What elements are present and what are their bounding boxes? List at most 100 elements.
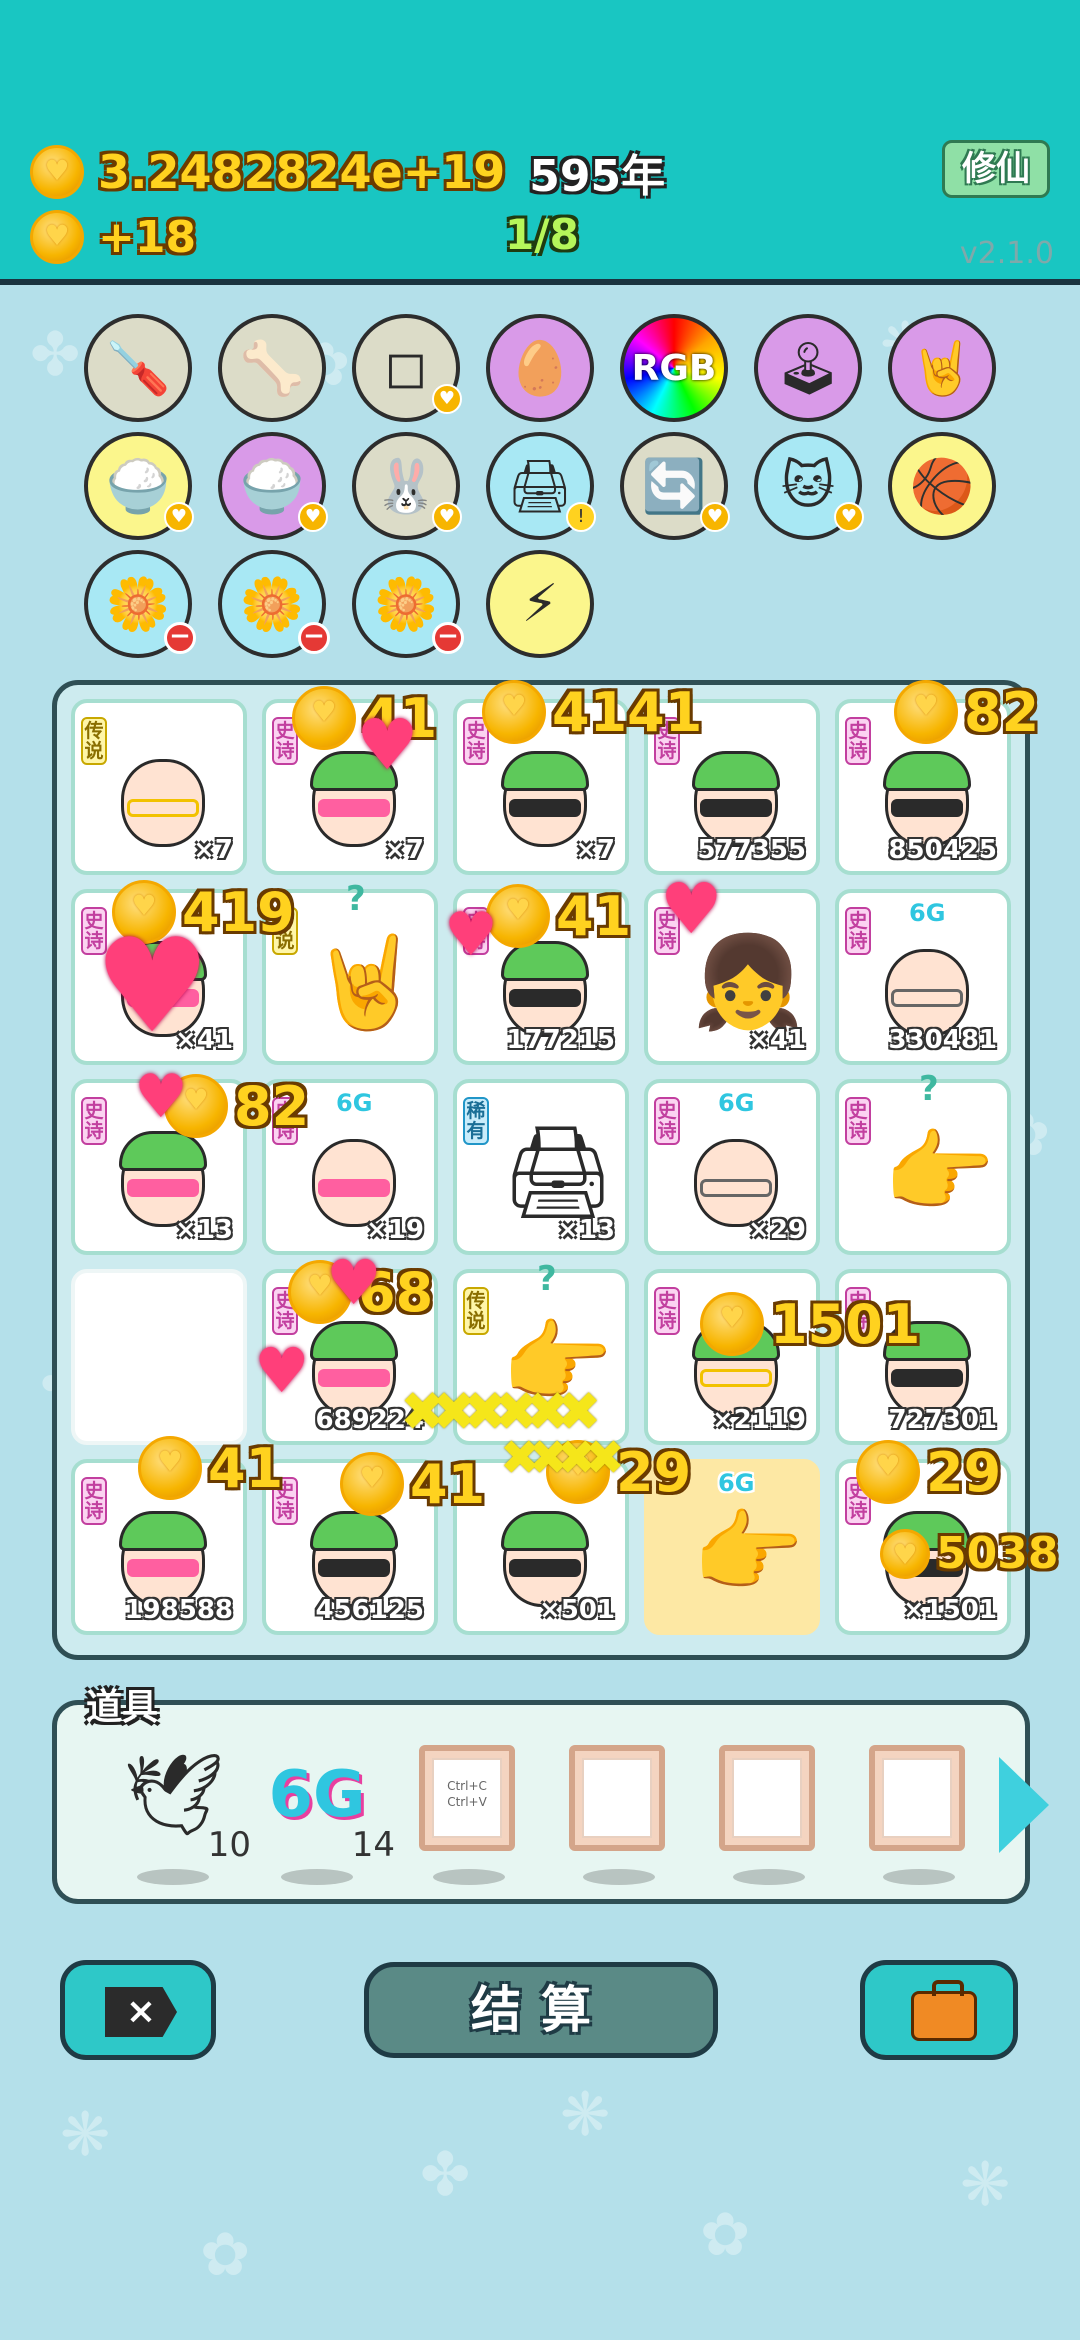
board-cell[interactable]: 史诗 👉?	[835, 1069, 1011, 1255]
character-face	[113, 1497, 213, 1607]
minus-badge-icon: −	[164, 622, 196, 654]
rarity-tag: 史诗	[81, 1097, 107, 1145]
flower-pot-icon[interactable]: 🌼 −	[352, 550, 464, 658]
empty-frame-prop[interactable]	[569, 1745, 669, 1885]
cell-count: ×19	[366, 1215, 424, 1245]
lightning-icon[interactable]: ⚡	[486, 550, 594, 658]
cell-count: ×7	[575, 835, 615, 865]
xiuxian-button[interactable]: 修仙	[942, 140, 1050, 198]
screwdriver-icon[interactable]: 🪛	[84, 314, 192, 422]
empty-frame-prop[interactable]	[869, 1745, 969, 1885]
rgb-label: RGB	[631, 347, 717, 389]
rock-hand-icon[interactable]: 🤘	[888, 314, 996, 422]
6g-prop[interactable]: 6G 14	[267, 1745, 395, 1885]
rarity-tag: 史诗	[81, 1477, 107, 1525]
prop-shadow	[137, 1869, 209, 1885]
props-panel: 🕊 10 6G 14 Ctrl+C Ctrl+V	[52, 1700, 1049, 1904]
prop-shadow	[883, 1869, 955, 1885]
cell-count: 727301	[888, 1405, 997, 1435]
cell-count: ×13	[557, 1215, 615, 1245]
6g-badge: 6G	[336, 1089, 373, 1117]
cat-icon[interactable]: 🐱 ♥	[754, 432, 864, 540]
character-face	[686, 737, 786, 847]
character-face	[304, 1117, 404, 1227]
board-cell[interactable]: 稀有 🖨 ×13	[453, 1079, 629, 1255]
arcade-icon[interactable]: 🕹	[754, 314, 862, 422]
character-face	[877, 927, 977, 1037]
props-label: 道具	[86, 1687, 159, 1728]
flower-pot-icon[interactable]: 🌼 −	[218, 550, 330, 658]
board-cell[interactable]: 传说 ×7	[71, 699, 247, 875]
sugar-cubes-icon[interactable]: ◻ ♥	[352, 314, 462, 422]
heart-coin-icon	[30, 145, 84, 199]
prop-count: 10	[207, 1825, 251, 1865]
question-mark-icon: ?	[346, 879, 366, 919]
briefcase-button[interactable]	[860, 1960, 1018, 2060]
prop-frame: Ctrl+C Ctrl+V	[419, 1745, 515, 1851]
heart-coin-icon	[880, 1528, 930, 1579]
character-face	[495, 737, 595, 847]
warning-badge-icon: !	[566, 502, 596, 532]
cell-count: ×7	[384, 835, 424, 865]
close-button[interactable]: ×	[60, 1960, 216, 2060]
6g-badge: 6G	[718, 1089, 755, 1117]
6g-badge: 6G	[718, 1469, 755, 1497]
ctrl-c-v-prop[interactable]: Ctrl+C Ctrl+V	[419, 1745, 519, 1885]
heart-badge-icon: ♥	[432, 502, 462, 532]
refresh-icon[interactable]: 🔄 ♥	[620, 432, 730, 540]
prop-shadow	[733, 1869, 805, 1885]
heart-effect-icon: ♥	[444, 900, 498, 970]
cell-count: ×501	[538, 1595, 615, 1625]
game-board: 传说 ×7 史诗 ×7 史诗 ×7 史诗 577355 史诗 850425 史诗 ×41 传说 🤘? 史诗 1…	[52, 680, 1030, 1660]
hand-gesture-icon: 🤘	[310, 930, 423, 1035]
gain-popup: 41	[340, 1452, 485, 1516]
heart-coin-icon	[292, 686, 356, 750]
rgb-icon[interactable]: RGB	[620, 314, 728, 422]
prop-frame	[869, 1745, 965, 1851]
cell-count: 850425	[888, 835, 997, 865]
empty-frame-prop[interactable]	[719, 1745, 819, 1885]
printer-icon[interactable]: 🖨!	[486, 432, 596, 540]
heart-coin-icon	[138, 1436, 202, 1500]
board-cell[interactable]: 史诗 ×29 6G	[644, 1079, 820, 1255]
prop-count: 14	[351, 1825, 395, 1865]
heart-coin-icon	[340, 1452, 404, 1516]
settle-button[interactable]: 结算	[364, 1962, 718, 2058]
board-cell[interactable]	[71, 1269, 247, 1445]
rarity-tag: 史诗	[654, 1287, 680, 1335]
rice-bowl-icon[interactable]: 🍚 ♥	[84, 432, 194, 540]
heart-coin-icon	[856, 1440, 920, 1504]
round-progress: 1/8	[505, 210, 579, 259]
rarity-tag: 史诗	[845, 907, 871, 955]
basketballs-icon[interactable]: 🏀	[888, 432, 996, 540]
gain-popup: 4141	[482, 680, 702, 744]
income-row: +18	[30, 210, 196, 264]
rice-bowl-icon[interactable]: 🍚 ♥	[218, 432, 328, 540]
heart-badge-icon: ♥	[164, 502, 194, 532]
board-cell[interactable]: 史诗 330481 6G	[835, 889, 1011, 1065]
cell-count: 198588	[124, 1595, 233, 1625]
heart-coin-icon	[482, 680, 546, 744]
income-rate: +18	[98, 211, 197, 263]
cell-count: 456125	[315, 1595, 424, 1625]
prop-frame	[569, 1745, 665, 1851]
heart-badge-icon: ♥	[432, 384, 462, 414]
currency-total: 3.2482824e+19	[98, 145, 506, 199]
egg-icon[interactable]: 🥚	[486, 314, 594, 422]
rarity-tag: 传说	[81, 717, 107, 765]
rarity-tag: 传说	[463, 1287, 489, 1335]
gain-popup: 41	[138, 1436, 283, 1500]
gain-popup: 5038	[880, 1528, 1058, 1579]
heart-badge-icon: ♥	[700, 502, 730, 532]
pigeon-prop[interactable]: 🕊 10	[123, 1745, 251, 1885]
years-counter: 595年	[529, 151, 666, 202]
flower-pot-icon[interactable]: 🌼 −	[84, 550, 196, 658]
pet-bowl-icon[interactable]: 🦴	[218, 314, 326, 422]
top-bar: 3.2482824e+19 595年 +18 1/8 修仙 v2.1.0	[0, 0, 1080, 285]
gain-popup: 41	[486, 884, 631, 948]
rabbit-icon[interactable]: 🐰 ♥	[352, 432, 462, 540]
heart-badge-icon: ♥	[298, 502, 328, 532]
cell-count: 177215	[506, 1025, 615, 1055]
next-arrow-icon[interactable]	[999, 1757, 1049, 1853]
prop-shadow	[583, 1869, 655, 1885]
